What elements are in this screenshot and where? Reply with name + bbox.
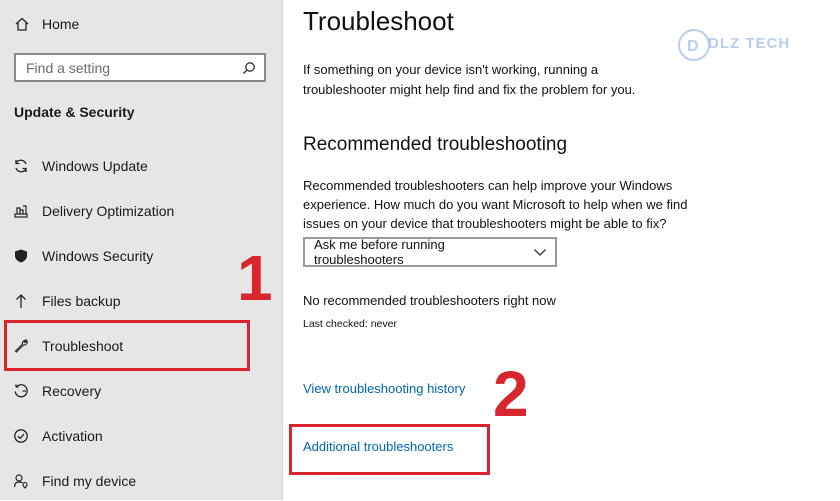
troubleshoot-page: Troubleshoot D DLZ TECH If something on … [283,0,840,500]
sidebar-item-recovery[interactable]: Recovery [0,371,282,411]
home-nav-item[interactable]: Home [14,12,264,36]
settings-search-input[interactable] [24,58,242,77]
sidebar-item-label: Delivery Optimization [42,203,175,219]
settings-search-box[interactable] [14,53,266,82]
sidebar-item-label: Windows Update [42,158,148,174]
recommendation-status: No recommended troubleshooters right now [303,293,556,308]
sidebar-item-windows-update[interactable]: Windows Update [0,146,282,186]
sidebar-item-label: Windows Security [42,248,154,264]
sidebar-item-label: Files backup [42,293,121,309]
shield-icon [13,248,29,264]
section-title: Update & Security [14,104,135,120]
search-icon[interactable] [242,61,256,75]
watermark-text: DLZ TECH [708,35,791,52]
sidebar-item-activation[interactable]: Activation [0,416,282,456]
last-checked-text: Last checked: never [303,318,397,330]
sidebar-item-delivery-optimization[interactable]: Delivery Optimization [0,191,282,231]
recovery-icon [13,383,29,399]
additional-troubleshooters-link[interactable]: Additional troubleshooters [303,439,453,454]
chevron-down-icon [533,247,547,257]
watermark-logo: D DLZ TECH [674,25,799,65]
activation-check-icon [13,428,29,444]
sidebar-item-label: Find my device [42,473,137,489]
recommended-description: Recommended troubleshooters can help imp… [303,178,688,231]
sidebar-item-label: Recovery [42,383,102,399]
view-history-link[interactable]: View troubleshooting history [303,381,465,396]
dropdown-selected-value: Ask me before running troubleshooters [314,237,445,267]
troubleshooter-preference-dropdown[interactable]: Ask me before running troubleshooters [303,237,557,267]
intro-text: If something on your device isn't workin… [303,62,636,97]
sidebar-item-label: Troubleshoot [42,338,124,354]
sync-icon [13,158,29,174]
sidebar-item-label: Activation [42,428,103,444]
page-title: Troubleshoot [303,6,454,36]
sidebar-item-find-my-device[interactable]: Find my device [0,461,282,501]
recommended-heading: Recommended troubleshooting [303,134,568,155]
person-location-icon [13,473,29,489]
svg-text:D: D [687,38,699,55]
home-label: Home [42,16,80,32]
step-2-label: 2 [493,358,529,430]
delivery-optimization-icon [13,203,29,219]
sidebar-item-troubleshoot[interactable]: Troubleshoot [0,326,282,366]
upload-arrow-icon [13,293,29,309]
home-icon [14,16,30,32]
step-1-label: 1 [237,242,273,314]
wrench-icon [13,338,29,354]
